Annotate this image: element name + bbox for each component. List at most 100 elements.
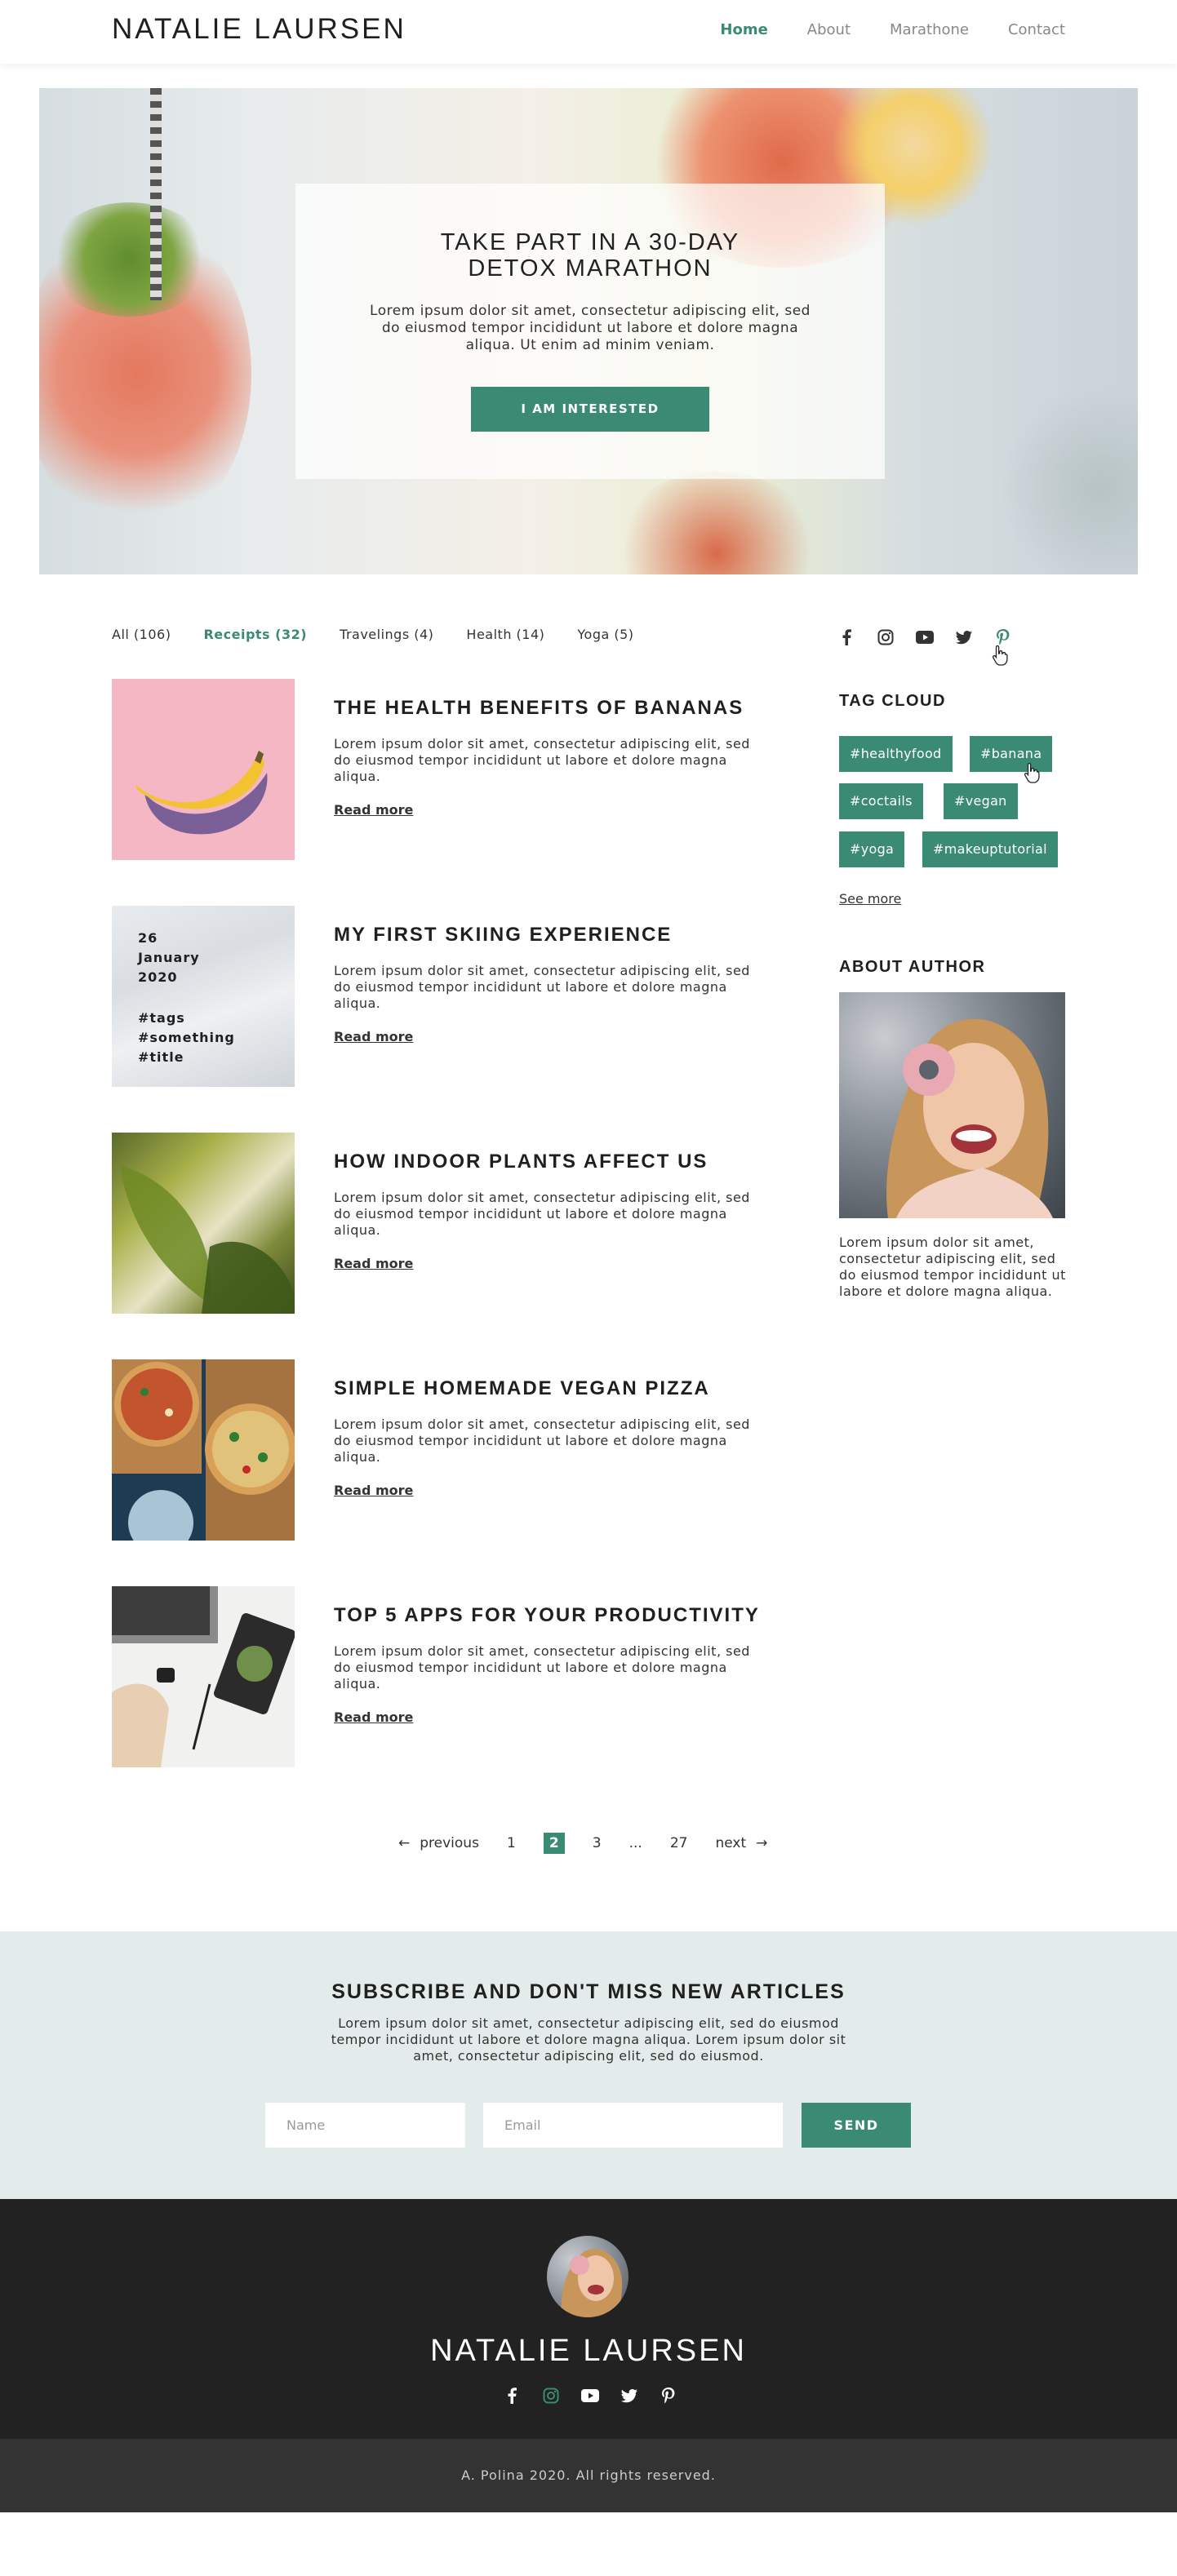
tag-yoga[interactable]: #yoga [839, 831, 905, 867]
instagram-icon[interactable] [542, 2387, 560, 2405]
email-field[interactable]: Email [483, 2103, 783, 2148]
filter-health[interactable]: Health (14) [466, 627, 544, 642]
post-card: 26 January 2020 #tags #something #title … [112, 906, 765, 1087]
post-title[interactable]: HOW INDOOR PLANTS AFFECT US [334, 1151, 708, 1173]
post-card: THE HEALTH BENEFITS OF BANANAS Lorem ips… [112, 679, 765, 860]
site-header: NATALIE LAURSEN Home About Marathone Con… [0, 0, 1177, 64]
author-portrait [886, 1018, 1053, 1218]
post-thumbnail-skiing[interactable]: 26 January 2020 #tags #something #title [112, 906, 295, 1087]
post-thumbnail-productivity[interactable] [112, 1586, 295, 1767]
interested-button[interactable]: I AM INTERESTED [471, 387, 709, 432]
tag-vegan[interactable]: #vegan [944, 783, 1018, 819]
pinterest-icon[interactable] [994, 628, 1012, 646]
date-year: 2020 [138, 969, 178, 985]
about-author-heading: ABOUT AUTHOR [839, 958, 986, 976]
post-excerpt: Lorem ipsum dolor sit amet, consectetur … [334, 1643, 750, 1691]
post-thumbnail-banana[interactable] [112, 679, 295, 860]
arrow-right-icon: → [756, 1835, 768, 1851]
post-excerpt: Lorem ipsum dolor sit amet, consectetur … [334, 1190, 750, 1238]
site-logo[interactable]: NATALIE LAURSEN [112, 13, 406, 46]
overlay-tag: #tags [138, 1010, 185, 1026]
pagination-page-current[interactable]: 2 [543, 1833, 565, 1854]
tag-coctails[interactable]: #coctails [839, 783, 923, 819]
nav-contact[interactable]: Contact [1008, 21, 1065, 38]
hero-mint-leaves [47, 202, 211, 317]
read-more-link[interactable]: Read more [334, 1709, 413, 1725]
pagination-previous-label: previous [420, 1835, 479, 1851]
subscribe-title: SUBSCRIBE AND DON'T MISS NEW ARTICLES [331, 1980, 846, 2003]
pagination-page[interactable]: 1 [507, 1835, 516, 1851]
overlay-tag: #something [138, 1030, 235, 1045]
category-filters: All (106) Receipts (32) Travelings (4) H… [112, 627, 634, 642]
post-date-overlay: 26 January 2020 #tags #something #title [138, 929, 235, 1067]
post-card: SIMPLE HOMEMADE VEGAN PIZZA Lorem ipsum … [112, 1359, 765, 1541]
post-title[interactable]: MY FIRST SKIING EXPERIENCE [334, 924, 672, 947]
arrow-left-icon: ← [398, 1835, 411, 1851]
hand-cursor-icon [1024, 762, 1042, 787]
filter-receipts[interactable]: Receipts (32) [203, 627, 307, 642]
pinterest-icon[interactable] [660, 2387, 677, 2405]
overlay-tag: #title [138, 1049, 184, 1065]
post-title[interactable]: TOP 5 APPS FOR YOUR PRODUCTIVITY [334, 1604, 760, 1627]
tag-healthyfood[interactable]: #healthyfood [839, 736, 953, 772]
instagram-icon[interactable] [877, 628, 895, 646]
twitter-icon[interactable] [620, 2387, 638, 2405]
banana-illustration [136, 751, 268, 835]
read-more-link[interactable]: Read more [334, 1483, 413, 1498]
footer-avatar [547, 2236, 628, 2317]
pagination: ← previous 1 2 3 ... 27 next → [398, 1833, 767, 1854]
youtube-icon[interactable] [581, 2387, 599, 2405]
date-day: 26 [138, 930, 158, 946]
filter-all[interactable]: All (106) [112, 627, 171, 642]
hand-cursor-icon [992, 645, 1010, 669]
facebook-icon[interactable] [837, 628, 855, 646]
post-title[interactable]: SIMPLE HOMEMADE VEGAN PIZZA [334, 1377, 710, 1400]
leaf-illustration [120, 1165, 295, 1314]
subscribe-text: Lorem ipsum dolor sit amet, consectetur … [331, 2015, 846, 2064]
post-excerpt: Lorem ipsum dolor sit amet, consectetur … [334, 1417, 750, 1465]
post-card: HOW INDOOR PLANTS AFFECT US Lorem ipsum … [112, 1133, 765, 1314]
pagination-page[interactable]: 27 [670, 1835, 688, 1851]
footer-social-links [503, 2387, 677, 2405]
pagination-previous[interactable]: ← previous [398, 1835, 479, 1851]
pizza-illustration [112, 1359, 295, 1541]
hero-text: Lorem ipsum dolor sit amet, consectetur … [370, 303, 811, 353]
tag-makeuptutorial[interactable]: #makeuptutorial [922, 831, 1058, 867]
sidebar-social-links [837, 628, 1012, 646]
facebook-icon[interactable] [503, 2387, 521, 2405]
see-more-tags-link[interactable]: See more [839, 891, 901, 907]
read-more-link[interactable]: Read more [334, 802, 413, 818]
site-footer: NATALIE LAURSEN [0, 2199, 1177, 2439]
copyright: A. Polina 2020. All rights reserved. [0, 2439, 1177, 2512]
post-card: TOP 5 APPS FOR YOUR PRODUCTIVITY Lorem i… [112, 1586, 765, 1767]
pagination-ellipsis: ... [628, 1835, 642, 1851]
nav-marathone[interactable]: Marathone [890, 21, 969, 38]
filter-travelings[interactable]: Travelings (4) [340, 627, 433, 642]
hero-banner: TAKE PART IN A 30-DAY DETOX MARATHON Lor… [39, 88, 1138, 574]
date-month: January [138, 950, 200, 965]
subscribe-section: SUBSCRIBE AND DON'T MISS NEW ARTICLES Lo… [0, 1931, 1177, 2199]
nav-home[interactable]: Home [720, 21, 767, 38]
author-bio: Lorem ipsum dolor sit amet, consectetur … [839, 1235, 1066, 1299]
send-button[interactable]: SEND [802, 2103, 911, 2148]
twitter-icon[interactable] [955, 628, 973, 646]
post-excerpt: Lorem ipsum dolor sit amet, consectetur … [334, 963, 750, 1011]
post-thumbnail-pizza[interactable] [112, 1359, 295, 1541]
post-title[interactable]: THE HEALTH BENEFITS OF BANANAS [334, 697, 744, 720]
youtube-icon[interactable] [916, 628, 934, 646]
filter-yoga[interactable]: Yoga (5) [577, 627, 633, 642]
read-more-link[interactable]: Read more [334, 1029, 413, 1044]
footer-name: NATALIE LAURSEN [430, 2334, 747, 2368]
pagination-next-label: next [715, 1835, 747, 1851]
post-excerpt: Lorem ipsum dolor sit amet, consectetur … [334, 736, 750, 784]
pagination-next[interactable]: next → [715, 1835, 767, 1851]
nav-about[interactable]: About [807, 21, 851, 38]
pagination-page[interactable]: 3 [593, 1835, 602, 1851]
main-nav: Home About Marathone Contact [720, 21, 1065, 38]
avatar-portrait [561, 2249, 623, 2317]
post-thumbnail-plants[interactable] [112, 1133, 295, 1314]
hero-straw [150, 88, 162, 300]
read-more-link[interactable]: Read more [334, 1256, 413, 1271]
name-field[interactable]: Name [265, 2103, 465, 2148]
hero-title: TAKE PART IN A 30-DAY DETOX MARATHON [440, 229, 740, 282]
